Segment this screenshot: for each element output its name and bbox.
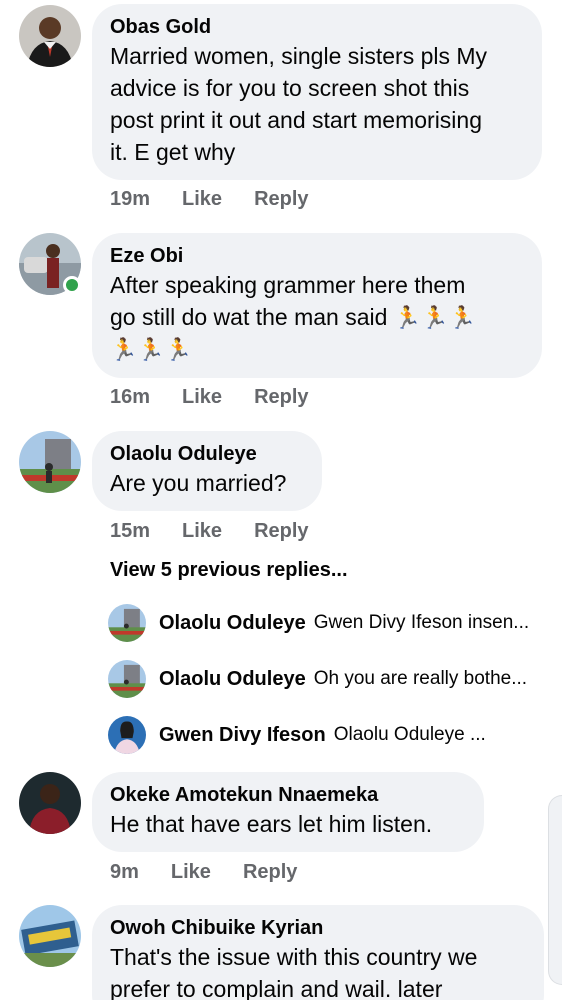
- avatar[interactable]: [108, 604, 146, 642]
- comment-text-line: After speaking grammer here them: [110, 272, 466, 298]
- like-button[interactable]: Like: [182, 386, 222, 409]
- avatar[interactable]: [108, 660, 146, 698]
- comment-author[interactable]: Owoh Chibuike Kyrian: [110, 915, 526, 941]
- avatar[interactable]: [19, 905, 81, 967]
- like-button[interactable]: Like: [182, 188, 222, 211]
- comment-time[interactable]: 19m: [110, 188, 150, 211]
- running-emoji: 🏃🏃🏃: [393, 305, 477, 330]
- comment-text-line: post print it out and start memorising: [110, 107, 482, 133]
- like-button[interactable]: Like: [171, 861, 211, 884]
- comment-text-line: prefer to complain and wail. later: [110, 976, 443, 1000]
- reply-text: Oh you are really bothe...: [313, 668, 528, 689]
- reply-button[interactable]: Reply: [254, 386, 308, 409]
- comment-author[interactable]: Eze Obi: [110, 243, 524, 269]
- comment-text-line: it. E get why: [110, 139, 236, 165]
- comment-author[interactable]: Olaolu Oduleye: [110, 441, 304, 467]
- reply-text: Olaolu Oduleye ...: [333, 724, 486, 745]
- avatar[interactable]: [108, 716, 146, 754]
- comment-bubble[interactable]: Obas Gold Married women, single sisters …: [92, 4, 542, 180]
- comment-text-line: Married women, single sisters pls My: [110, 43, 488, 69]
- comment-bubble[interactable]: Eze Obi After speaking grammer here them…: [92, 233, 542, 378]
- reply-button[interactable]: Reply: [243, 861, 297, 884]
- comment-time[interactable]: 9m: [110, 861, 139, 884]
- comment-author[interactable]: Obas Gold: [110, 14, 524, 40]
- avatar[interactable]: [19, 772, 81, 834]
- avatar[interactable]: [19, 5, 81, 67]
- comment-actions: 9m Like Reply: [110, 861, 297, 884]
- reply-button[interactable]: Reply: [254, 188, 308, 211]
- reply-author[interactable]: Olaolu Oduleye: [159, 668, 306, 691]
- comment-time[interactable]: 16m: [110, 386, 150, 409]
- comment-actions: 16m Like Reply: [110, 386, 309, 409]
- comment-bubble[interactable]: Olaolu Oduleye Are you married?: [92, 431, 322, 511]
- reply-author[interactable]: Gwen Divy Ifeson: [159, 724, 326, 747]
- comment-actions: 15m Like Reply: [110, 520, 309, 543]
- comment-bubble[interactable]: Okeke Amotekun Nnaemeka He that have ear…: [92, 772, 484, 852]
- comment-actions: 19m Like Reply: [110, 188, 309, 211]
- comment-author[interactable]: Okeke Amotekun Nnaemeka: [110, 782, 466, 808]
- floating-edge-handle[interactable]: [548, 795, 562, 985]
- comment-text-line: He that have ears let him listen.: [110, 811, 433, 837]
- avatar[interactable]: [19, 431, 81, 493]
- reply-item[interactable]: Olaolu Oduleye Oh you are really bothe..…: [108, 659, 527, 699]
- reply-item[interactable]: Gwen Divy Ifeson Olaolu Oduleye ...: [108, 715, 486, 755]
- reply-author[interactable]: Olaolu Oduleye: [159, 612, 306, 635]
- like-button[interactable]: Like: [182, 520, 222, 543]
- running-emoji: 🏃🏃🏃: [110, 337, 193, 362]
- view-previous-replies-link[interactable]: View 5 previous replies...: [110, 559, 348, 582]
- comment-text-line: go still do wat the man said 🏃🏃🏃: [110, 301, 524, 334]
- comment-bubble[interactable]: Owoh Chibuike Kyrian That's the issue wi…: [92, 905, 544, 1000]
- comment-text-line: That's the issue with this country we: [110, 944, 478, 970]
- reply-item[interactable]: Olaolu Oduleye Gwen Divy Ifeson insen...: [108, 603, 529, 643]
- comment-text-line: Are you married?: [110, 470, 287, 496]
- online-status-indicator: [63, 276, 81, 294]
- comment-time[interactable]: 15m: [110, 520, 150, 543]
- reply-button[interactable]: Reply: [254, 520, 308, 543]
- reply-text: Gwen Divy Ifeson insen...: [313, 612, 530, 633]
- comment-text: go still do wat the man said: [110, 304, 388, 330]
- comment-text-line: advice is for you to screen shot this: [110, 75, 470, 101]
